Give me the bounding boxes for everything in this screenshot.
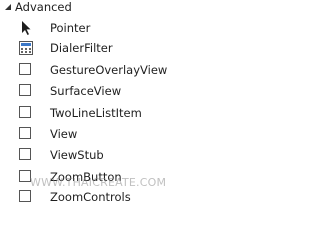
widget-square-icon <box>18 62 34 78</box>
widget-square-icon <box>18 169 34 185</box>
toolbox-item-view[interactable]: View <box>0 124 203 144</box>
toolbox-item-label: Pointer <box>50 21 91 35</box>
toolbox-item-gestureoverlayview[interactable]: GestureOverlayView <box>0 60 203 80</box>
widget-square-icon <box>18 147 34 163</box>
toolbox-item-zoombutton[interactable]: ZoomButton <box>0 167 203 187</box>
toolbox-item-surfaceview[interactable]: SurfaceView <box>0 81 203 101</box>
widget-square-icon <box>18 126 34 142</box>
toolbox-item-dialerfilter[interactable]: DialerFilter <box>0 38 203 58</box>
collapse-arrow-icon[interactable] <box>2 1 14 13</box>
toolbox-item-label: GestureOverlayView <box>50 63 168 77</box>
widget-square-icon <box>18 189 34 205</box>
toolbox-item-zoomcontrols[interactable]: ZoomControls <box>0 187 203 207</box>
dialer-filter-icon <box>19 41 33 55</box>
toolbox-item-label: SurfaceView <box>50 84 122 98</box>
widget-square-icon <box>18 105 34 121</box>
toolbox-item-label: ViewStub <box>50 148 104 162</box>
widget-square-icon <box>18 83 34 99</box>
toolbox-item-label: ZoomControls <box>50 190 131 204</box>
toolbox-item-viewstub[interactable]: ViewStub <box>0 145 203 165</box>
section-header-advanced[interactable]: Advanced <box>0 0 203 16</box>
toolbox-item-label: ZoomButton <box>50 170 122 184</box>
toolbox-item-pointer[interactable]: Pointer <box>0 18 203 38</box>
section-title: Advanced <box>15 0 72 14</box>
pointer-arrow-icon <box>22 21 31 35</box>
toolbox-item-label: TwoLineListItem <box>50 106 142 120</box>
toolbox-item-label: View <box>50 127 78 141</box>
toolbox-panel: Advanced Pointer DialerFilter GestureOve… <box>0 0 203 208</box>
toolbox-item-twolinelistitem[interactable]: TwoLineListItem <box>0 103 203 123</box>
toolbox-item-label: DialerFilter <box>50 41 113 55</box>
